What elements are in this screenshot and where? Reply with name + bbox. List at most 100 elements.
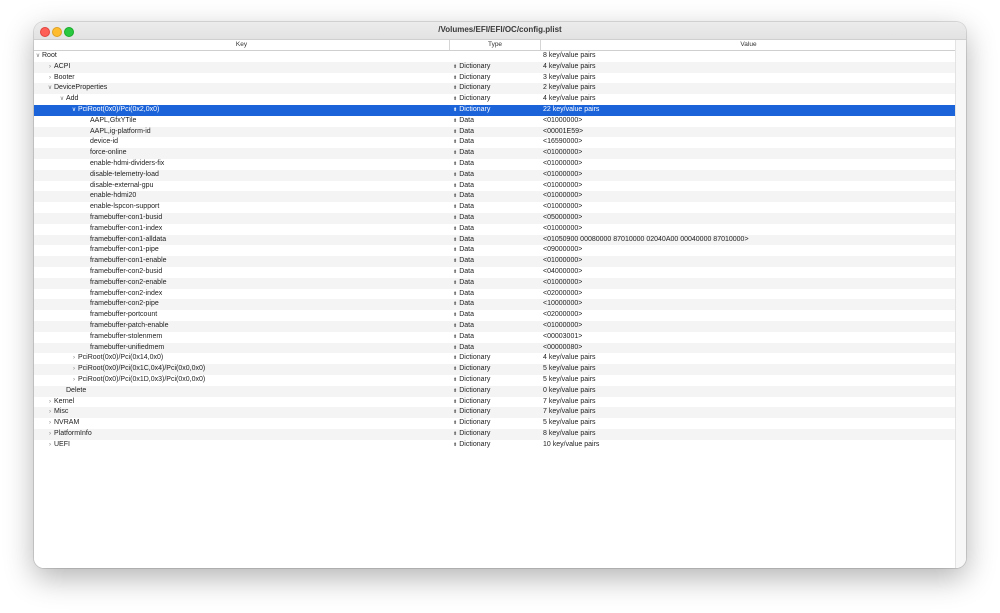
value-cell[interactable]: 7 key/value pairs xyxy=(543,397,956,408)
type-cell[interactable]: ⬍ Data xyxy=(453,310,538,321)
key-cell[interactable]: framebuffer-con1-busid xyxy=(34,213,494,224)
value-cell[interactable]: 4 key/value pairs xyxy=(543,94,956,105)
key-cell[interactable]: › Misc xyxy=(34,407,458,418)
type-cell[interactable]: ⬍ Data xyxy=(453,181,538,192)
value-cell[interactable]: 7 key/value pairs xyxy=(543,407,956,418)
type-cell[interactable]: ⬍ Data xyxy=(453,321,538,332)
type-popup-arrows-icon[interactable]: ⬍ xyxy=(453,181,457,192)
disclosure-collapsed-icon[interactable]: › xyxy=(70,353,78,364)
value-cell[interactable]: <02000000> xyxy=(543,289,956,300)
type-popup-arrows-icon[interactable]: ⬍ xyxy=(453,429,457,440)
type-popup-arrows-icon[interactable]: ⬍ xyxy=(453,137,457,148)
type-popup-arrows-icon[interactable]: ⬍ xyxy=(453,116,457,127)
table-row[interactable]: ∨ Root 8 key/value pairs xyxy=(34,51,956,62)
type-cell[interactable]: ⬍ Data xyxy=(453,245,538,256)
type-cell[interactable]: ⬍ Data xyxy=(453,170,538,181)
table-row[interactable]: framebuffer-con1-alldata ⬍ Data <01050900 0… xyxy=(34,234,956,246)
key-cell[interactable]: enable-hdmi20 xyxy=(34,191,494,202)
table-row[interactable]: device-id ⬍ Data <16590000> xyxy=(34,137,956,148)
value-cell[interactable]: <01000000> xyxy=(543,256,956,267)
type-popup-arrows-icon[interactable]: ⬍ xyxy=(453,83,457,94)
key-cell[interactable]: framebuffer-portcount xyxy=(34,310,494,321)
key-cell[interactable]: › ACPI xyxy=(34,62,458,73)
disclosure-collapsed-icon[interactable]: › xyxy=(46,440,54,451)
key-cell[interactable]: framebuffer-stolenmem xyxy=(34,332,494,343)
type-popup-arrows-icon[interactable]: ⬍ xyxy=(453,170,457,181)
key-cell[interactable]: framebuffer-con1-pipe xyxy=(34,245,494,256)
type-popup-arrows-icon[interactable]: ⬍ xyxy=(453,364,457,375)
type-cell[interactable]: ⬍ Data xyxy=(453,202,538,213)
type-popup-arrows-icon[interactable]: ⬍ xyxy=(453,418,457,429)
key-cell[interactable]: › PciRoot(0x0)/Pci(0x1D,0x3)/Pci(0x0,0x0) xyxy=(34,375,482,386)
column-header-key[interactable]: Key xyxy=(34,41,449,48)
type-popup-arrows-icon[interactable]: ⬍ xyxy=(453,310,457,321)
type-popup-arrows-icon[interactable]: ⬍ xyxy=(453,299,457,310)
key-cell[interactable]: framebuffer-con2-busid xyxy=(34,267,494,278)
type-popup-arrows-icon[interactable]: ⬍ xyxy=(453,321,457,332)
type-cell[interactable]: ⬍ Dictionary xyxy=(453,429,538,440)
vertical-scrollbar[interactable] xyxy=(955,40,966,568)
key-cell[interactable]: force-online xyxy=(34,148,494,159)
table-row[interactable]: › Misc ⬍ Dictionary 7 key/value pairs xyxy=(34,407,956,419)
key-cell[interactable]: enable-hdmi-dividers-fix xyxy=(34,159,494,170)
type-cell[interactable]: ⬍ Dictionary xyxy=(453,73,538,84)
disclosure-expanded-icon[interactable]: ∨ xyxy=(70,105,78,116)
table-row[interactable]: framebuffer-unifiedmem ⬍ Data <00000080> xyxy=(34,342,956,354)
type-cell[interactable]: ⬍ Data xyxy=(453,343,538,354)
value-cell[interactable]: <01000000> xyxy=(543,278,956,289)
value-cell[interactable]: <10000000> xyxy=(543,299,956,310)
key-cell[interactable]: ∨ PciRoot(0x0)/Pci(0x2,0x0) xyxy=(34,105,482,116)
key-cell[interactable]: disable-external-gpu xyxy=(34,181,494,192)
key-cell[interactable]: › NVRAM xyxy=(34,418,458,429)
disclosure-expanded-icon[interactable]: ∨ xyxy=(58,94,66,105)
type-cell[interactable]: ⬍ Data xyxy=(453,289,538,300)
table-row[interactable]: enable-hdmi-dividers-fix ⬍ Data <01000000> xyxy=(34,159,956,170)
table-row[interactable]: ∨ Add ⬍ Dictionary 4 key/value pairs xyxy=(34,94,956,105)
key-cell[interactable]: framebuffer-patch-enable xyxy=(34,321,494,332)
value-cell[interactable]: <01000000> xyxy=(543,159,956,170)
key-cell[interactable]: framebuffer-con1-index xyxy=(34,224,494,235)
key-cell[interactable]: › PciRoot(0x0)/Pci(0x14,0x0) xyxy=(34,353,482,364)
value-cell[interactable]: <01000000> xyxy=(543,202,956,213)
type-popup-arrows-icon[interactable]: ⬍ xyxy=(453,267,457,278)
table-row[interactable]: AAPL,GfxYTile ⬍ Data <01000000> xyxy=(34,116,956,127)
type-popup-arrows-icon[interactable]: ⬍ xyxy=(453,256,457,267)
type-popup-arrows-icon[interactable]: ⬍ xyxy=(453,235,457,246)
value-cell[interactable]: <00001E59> xyxy=(543,127,956,138)
disclosure-collapsed-icon[interactable]: › xyxy=(70,364,78,375)
type-popup-arrows-icon[interactable]: ⬍ xyxy=(453,224,457,235)
key-cell[interactable]: › Booter xyxy=(34,73,458,84)
type-popup-arrows-icon[interactable]: ⬍ xyxy=(453,386,457,397)
type-popup-arrows-icon[interactable]: ⬍ xyxy=(453,191,457,202)
type-popup-arrows-icon[interactable]: ⬍ xyxy=(453,332,457,343)
type-cell[interactable]: ⬍ Data xyxy=(453,148,538,159)
type-popup-arrows-icon[interactable]: ⬍ xyxy=(453,127,457,138)
table-row[interactable]: enable-lspcon-support ⬍ Data <01000000> xyxy=(34,202,956,213)
key-cell[interactable]: framebuffer-con1-alldata xyxy=(34,235,494,246)
table-row[interactable]: framebuffer-con1-index ⬍ Data <01000000> xyxy=(34,224,956,235)
key-cell[interactable]: ∨ DeviceProperties xyxy=(34,83,458,94)
key-cell[interactable]: › Kernel xyxy=(34,397,458,408)
type-popup-arrows-icon[interactable]: ⬍ xyxy=(453,73,457,84)
table-row[interactable]: › Booter ⬍ Dictionary 3 key/value pairs xyxy=(34,73,956,84)
key-cell[interactable]: › PlatformInfo xyxy=(34,429,458,440)
table-row[interactable]: framebuffer-con1-enable ⬍ Data <01000000> xyxy=(34,256,956,267)
table-row[interactable]: › Kernel ⬍ Dictionary 7 key/value pairs xyxy=(34,397,956,408)
type-cell[interactable]: ⬍ Dictionary xyxy=(453,418,538,429)
value-cell[interactable]: <04000000> xyxy=(543,267,956,278)
table-row[interactable]: › NVRAM ⬍ Dictionary 5 key/value pairs xyxy=(34,418,956,429)
type-cell[interactable]: ⬍ Dictionary xyxy=(453,364,538,375)
table-row[interactable]: framebuffer-con1-pipe ⬍ Data <09000000> xyxy=(34,245,956,256)
key-cell[interactable]: ∨ Add xyxy=(34,94,470,105)
table-row[interactable]: framebuffer-con1-busid ⬍ Data <05000000> xyxy=(34,212,956,224)
type-cell[interactable]: ⬍ Dictionary xyxy=(453,94,538,105)
table-row[interactable]: framebuffer-stolenmem ⬍ Data <00003001> xyxy=(34,332,956,343)
key-cell[interactable]: framebuffer-con2-index xyxy=(34,289,494,300)
key-cell[interactable]: disable-telemetry-load xyxy=(34,170,494,181)
type-popup-arrows-icon[interactable]: ⬍ xyxy=(453,105,457,116)
type-popup-arrows-icon[interactable]: ⬍ xyxy=(453,213,457,224)
value-cell[interactable]: 2 key/value pairs xyxy=(543,83,956,94)
type-cell[interactable]: ⬍ Dictionary xyxy=(453,105,538,116)
value-cell[interactable]: <05000000> xyxy=(543,213,956,224)
table-row[interactable]: framebuffer-con2-pipe ⬍ Data <10000000> xyxy=(34,299,956,311)
